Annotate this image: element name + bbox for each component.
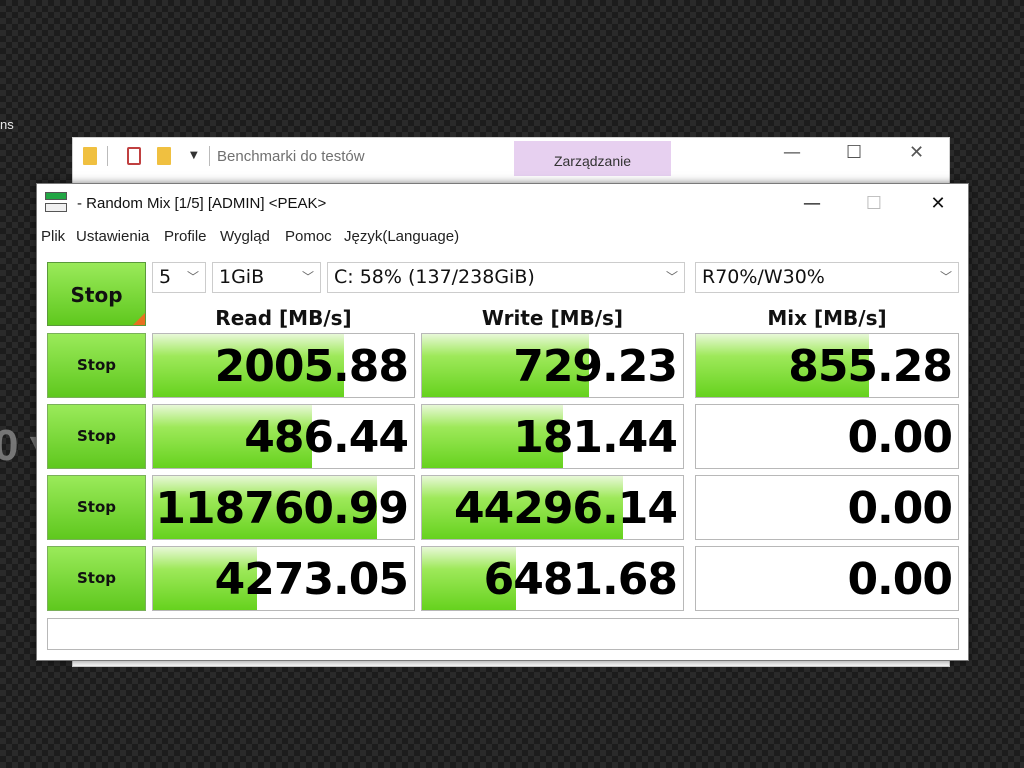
drive-value: C: 58% (137/238GiB) [334,266,535,288]
maximize-button[interactable]: ☐ [851,190,897,218]
menu-theme[interactable]: Wygląd [220,228,270,245]
size-select[interactable]: 1GiB ﹀ [212,262,321,293]
mix-header: Mix [MB/s] [767,306,887,330]
menu-bar: Plik Ustawienia Profile Wygląd Pomoc Jęz… [37,226,968,250]
tab-manage[interactable]: Zarządzanie [514,141,671,176]
read-value: 486.44 [244,412,409,463]
write-value: 181.44 [513,412,678,463]
quick-access-dropdown-icon[interactable]: ▼ [190,150,198,161]
read-value: 4273.05 [214,554,409,605]
write-value: 729.23 [513,341,678,392]
row-stop-button[interactable]: Stop [47,333,146,398]
menu-language[interactable]: Język(Language) [344,228,459,245]
count-select[interactable]: 5 ﹀ [152,262,206,293]
menu-file[interactable]: Plik [41,228,65,245]
size-value: 1GiB [219,266,265,288]
close-button[interactable]: ✕ [915,190,961,218]
stop-all-button[interactable]: Stop [47,262,146,326]
mix-value: 0.00 [847,554,953,605]
status-bar [47,618,959,650]
read-value: 118760.99 [155,483,409,534]
write-value: 6481.68 [483,554,678,605]
menu-profile[interactable]: Profile [164,228,207,245]
read-result: 486.44 [152,404,415,469]
corner-indicator [133,313,145,325]
read-result: 2005.88 [152,333,415,398]
chevron-down-icon: ﹀ [939,270,952,284]
menu-help[interactable]: Pomoc [285,228,332,245]
mix-value: 855.28 [788,341,953,392]
new-folder-icon[interactable] [157,147,171,165]
write-result: 181.44 [421,404,684,469]
drive-select[interactable]: C: 58% (137/238GiB) ﹀ [327,262,685,293]
write-result: 729.23 [421,333,684,398]
write-value: 44296.14 [453,483,678,534]
row-stop-button[interactable]: Stop [47,404,146,469]
app-disk-icon [45,192,67,214]
mix-result: 0.00 [695,546,959,611]
mix-ratio-value: R70%/W30% [702,266,825,288]
write-result: 6481.68 [421,546,684,611]
benchmark-window: - Random Mix [1/5] [ADMIN] <PEAK> — ☐ ✕ … [36,183,969,661]
explorer-maximize-button[interactable]: ☐ [846,142,862,163]
mix-ratio-select[interactable]: R70%/W30% ﹀ [695,262,959,293]
folder-icon[interactable] [83,147,97,165]
mix-result: 855.28 [695,333,959,398]
mix-result: 0.00 [695,475,959,540]
read-result: 4273.05 [152,546,415,611]
minimize-button[interactable]: — [789,190,835,218]
chevron-down-icon: ﹀ [665,270,678,284]
read-result: 118760.99 [152,475,415,540]
explorer-title: Benchmarki do testów [217,148,365,165]
separator [107,146,108,166]
window-title: - Random Mix [1/5] [ADMIN] <PEAK> [77,195,327,212]
explorer-close-button[interactable]: ✕ [909,142,924,163]
chevron-down-icon: ﹀ [186,270,199,284]
write-result: 44296.14 [421,475,684,540]
menu-settings[interactable]: Ustawienia [76,228,149,245]
chevron-down-icon: ﹀ [301,270,314,284]
read-value: 2005.88 [214,341,409,392]
explorer-titlebar: ▼ Benchmarki do testów Zarządzanie — ☐ ✕ [73,138,949,176]
mix-result: 0.00 [695,404,959,469]
mix-value: 0.00 [847,483,953,534]
row-stop-button[interactable]: Stop [47,546,146,611]
explorer-minimize-button[interactable]: — [783,142,801,163]
stop-all-label: Stop [70,283,123,307]
desktop-label-fragment: ns [0,117,14,132]
count-value: 5 [159,266,172,288]
read-header: Read [MB/s] [215,306,352,330]
separator [209,146,210,166]
properties-icon[interactable] [127,147,141,165]
mix-value: 0.00 [847,412,953,463]
titlebar: - Random Mix [1/5] [ADMIN] <PEAK> — ☐ ✕ [37,184,968,224]
row-stop-button[interactable]: Stop [47,475,146,540]
write-header: Write [MB/s] [481,306,624,330]
